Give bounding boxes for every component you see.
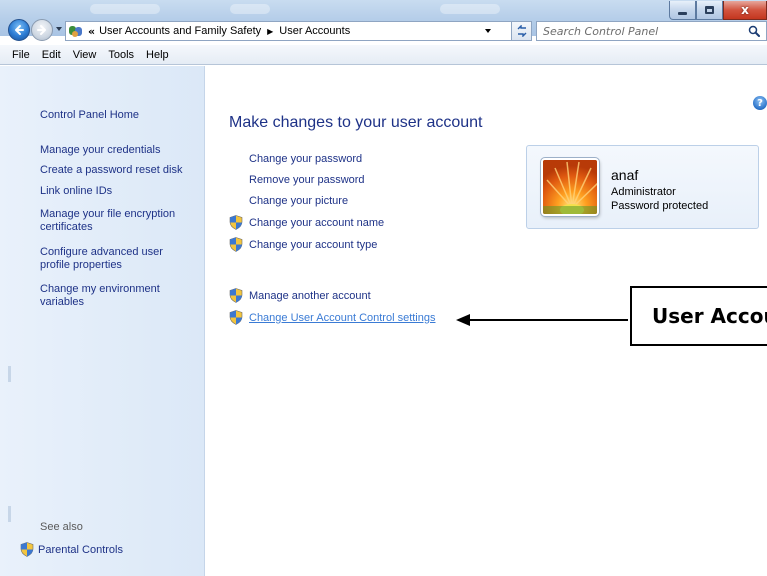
user-avatar[interactable] bbox=[541, 158, 599, 216]
refresh-button[interactable] bbox=[512, 21, 532, 41]
parental-controls-label: Parental Controls bbox=[38, 543, 123, 556]
pane-resize-handle[interactable] bbox=[8, 506, 11, 522]
annotation-arrow-icon bbox=[456, 314, 628, 326]
change-account-name-link[interactable]: Change your account name bbox=[229, 215, 384, 230]
user-accounts-icon bbox=[68, 24, 84, 38]
manage-file-encryption-link[interactable]: Manage your file encryption certificates bbox=[40, 208, 200, 234]
user-name: anaf bbox=[611, 167, 639, 183]
title-glass-blur bbox=[230, 4, 270, 14]
title-glass-blur bbox=[440, 4, 500, 14]
address-dropdown-icon[interactable] bbox=[485, 29, 491, 33]
menu-file[interactable]: File bbox=[6, 49, 36, 61]
recent-pages-dropdown[interactable] bbox=[56, 27, 62, 31]
address-bar[interactable]: « User Accounts and Family Safety ▶ User… bbox=[65, 21, 512, 41]
annotation-callout-text: User Account Control bbox=[652, 304, 767, 328]
forward-arrow-icon bbox=[37, 25, 46, 35]
remove-password-link[interactable]: Remove your password bbox=[249, 174, 365, 186]
search-box[interactable] bbox=[536, 21, 767, 41]
back-arrow-icon bbox=[15, 25, 24, 35]
pane-resize-handle[interactable] bbox=[8, 366, 11, 382]
menu-tools[interactable]: Tools bbox=[102, 49, 140, 61]
uac-shield-icon bbox=[20, 542, 34, 557]
help-button[interactable]: ? bbox=[753, 96, 767, 110]
change-account-type-label: Change your account type bbox=[249, 238, 378, 251]
parental-controls-link[interactable]: Parental Controls bbox=[20, 542, 123, 557]
annotation-callout: User Account Control bbox=[630, 286, 767, 346]
refresh-icon bbox=[517, 25, 526, 37]
user-account-tile: anaf Administrator Password protected bbox=[526, 145, 759, 229]
menu-view[interactable]: View bbox=[67, 49, 103, 61]
change-account-name-label: Change your account name bbox=[249, 216, 385, 229]
change-account-type-link[interactable]: Change your account type bbox=[229, 237, 377, 252]
breadcrumb-user-accounts-family-safety[interactable]: User Accounts and Family Safety bbox=[99, 25, 261, 37]
search-icon[interactable] bbox=[748, 25, 760, 37]
change-password-link[interactable]: Change your password bbox=[249, 153, 362, 165]
breadcrumb-user-accounts[interactable]: User Accounts bbox=[279, 25, 350, 37]
search-input[interactable] bbox=[543, 24, 733, 38]
change-uac-settings-link[interactable]: Change User Account Control settings bbox=[229, 310, 436, 325]
change-picture-link[interactable]: Change your picture bbox=[249, 195, 348, 207]
breadcrumb-separator-icon[interactable]: ▶ bbox=[267, 27, 273, 36]
title-glass-blur bbox=[90, 4, 160, 14]
see-also-label: See also bbox=[40, 521, 83, 533]
create-password-reset-disk-link[interactable]: Create a password reset disk bbox=[40, 164, 200, 177]
maximize-icon bbox=[705, 6, 714, 14]
back-button[interactable] bbox=[8, 19, 30, 41]
menu-help[interactable]: Help bbox=[140, 49, 175, 61]
change-uac-settings-label: Change User Account Control settings bbox=[249, 311, 436, 324]
user-role: Administrator bbox=[611, 186, 676, 198]
link-online-ids-link[interactable]: Link online IDs bbox=[40, 185, 200, 198]
task-pane: Control Panel Home Manage your credentia… bbox=[0, 66, 205, 576]
menu-edit[interactable]: Edit bbox=[36, 49, 67, 61]
uac-shield-icon bbox=[229, 310, 243, 325]
menu-bar: File Edit View Tools Help bbox=[0, 45, 767, 65]
navigation-bar: « User Accounts and Family Safety ▶ User… bbox=[0, 15, 767, 45]
user-password-status: Password protected bbox=[611, 200, 709, 212]
page-title: Make changes to your user account bbox=[229, 114, 483, 131]
flower-picture-icon bbox=[543, 160, 597, 214]
uac-shield-icon bbox=[229, 215, 243, 230]
configure-advanced-profile-link[interactable]: Configure advanced user profile properti… bbox=[40, 246, 170, 272]
overflow-chevron-icon[interactable]: « bbox=[88, 25, 95, 38]
forward-button[interactable] bbox=[31, 19, 53, 41]
uac-shield-icon bbox=[229, 288, 243, 303]
control-panel-home-link[interactable]: Control Panel Home bbox=[40, 109, 200, 122]
manage-another-account-label: Manage another account bbox=[249, 289, 371, 302]
uac-shield-icon bbox=[229, 237, 243, 252]
manage-another-account-link[interactable]: Manage another account bbox=[229, 288, 371, 303]
change-environment-variables-link[interactable]: Change my environment variables bbox=[40, 283, 175, 309]
manage-credentials-link[interactable]: Manage your credentials bbox=[40, 144, 200, 157]
